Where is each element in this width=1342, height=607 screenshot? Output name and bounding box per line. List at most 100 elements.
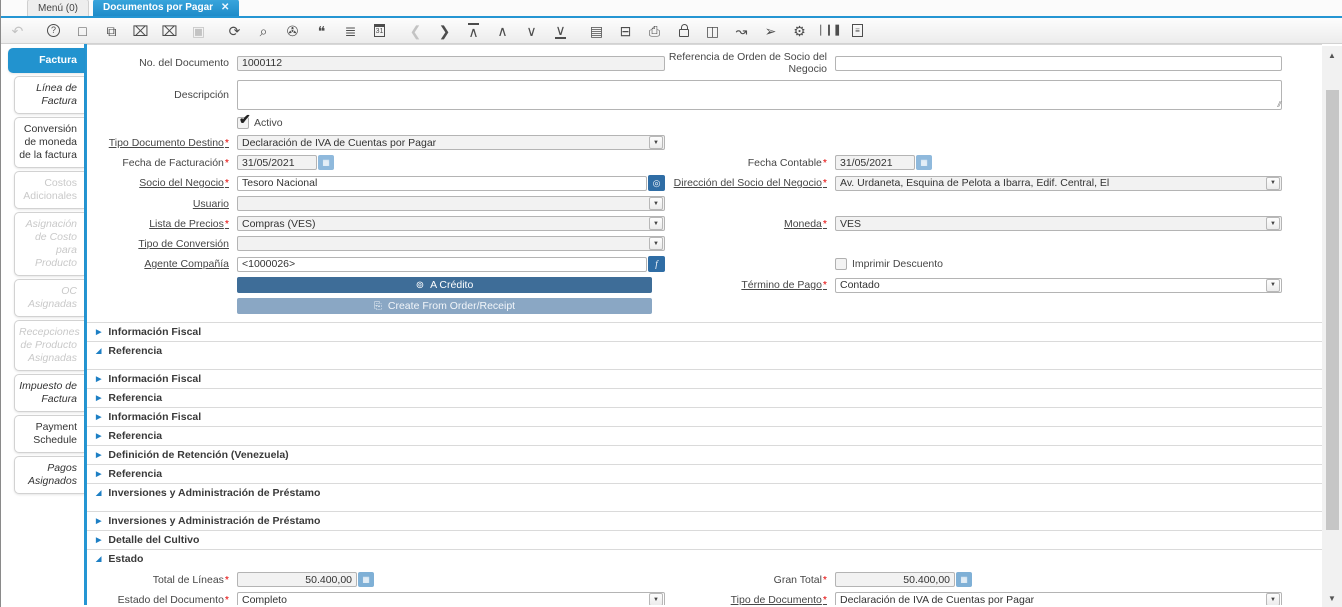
delete-record-icon[interactable]: ⌧ <box>130 21 151 41</box>
user-label[interactable]: Usuario <box>87 198 237 210</box>
chevron-down-icon[interactable]: ▼ <box>649 136 663 149</box>
tab-documentos-por-pagar[interactable]: Documentos por Pagar ✕ <box>93 0 239 16</box>
account-date-field[interactable] <box>835 155 915 170</box>
currency-label[interactable]: Moneda <box>665 218 835 230</box>
refresh-icon[interactable]: ⟳ <box>224 21 245 41</box>
calendar-icon[interactable]: 31 <box>369 21 390 41</box>
document-no-field[interactable] <box>237 56 665 71</box>
chevron-down-icon[interactable]: ▼ <box>649 217 663 230</box>
payment-term-label[interactable]: Término de Pago <box>665 279 835 291</box>
scroll-up-icon[interactable]: ▲ <box>1322 48 1342 62</box>
chevron-down-icon[interactable]: ▼ <box>1266 593 1280 605</box>
copy-record-icon[interactable]: ⧉ <box>101 21 122 41</box>
sidebar-tab-payment-schedule[interactable]: Payment Schedule <box>14 415 84 453</box>
new-record-icon[interactable]: □ <box>72 21 93 41</box>
total-lines-field[interactable] <box>237 572 357 587</box>
date-invoiced-field[interactable] <box>237 155 317 170</box>
record-search-icon[interactable]: ◎ <box>648 175 665 191</box>
section-header[interactable]: ▶Inversiones y Administración de Préstam… <box>87 512 1322 530</box>
business-partner-field[interactable] <box>237 176 647 191</box>
discount-printed-checkbox[interactable] <box>835 258 847 270</box>
section-header[interactable]: ▶Definición de Retención (Venezuela) <box>87 446 1322 464</box>
chevron-down-icon[interactable]: ▼ <box>1266 217 1280 230</box>
archive-icon[interactable]: ⊟ <box>615 21 636 41</box>
partner-location-value: Av. Urdaneta, Esquina de Pelota a Ibarra… <box>836 177 1265 189</box>
close-tab-icon[interactable]: ✕ <box>221 2 229 13</box>
user-combo[interactable]: ▼ <box>237 196 665 211</box>
conversion-type-label[interactable]: Tipo de Conversión <box>87 238 237 250</box>
chevron-down-icon[interactable]: ▼ <box>649 197 663 210</box>
company-agent-label[interactable]: Agente Compañía <box>87 258 237 270</box>
calculator-icon[interactable]: ▦ <box>358 572 374 587</box>
create-from-button[interactable]: ⎘ Create From Order/Receipt <box>237 298 652 314</box>
help-icon[interactable]: ? <box>43 21 64 41</box>
first-record-icon[interactable]: ∧ <box>463 21 484 41</box>
chevron-down-icon[interactable]: ▼ <box>1266 177 1280 190</box>
business-partner-label[interactable]: Socio del Negocio <box>87 177 237 189</box>
zoom-across-icon[interactable]: ◫ <box>702 21 723 41</box>
section-header[interactable]: ▶Detalle del Cultivo <box>87 531 1322 549</box>
scrollbar-thumb[interactable] <box>1326 90 1339 530</box>
doc-type-label[interactable]: Tipo de Documento <box>665 594 835 606</box>
send-icon[interactable]: ➢ <box>760 21 781 41</box>
section-header[interactable]: ▶Información Fiscal <box>87 370 1322 388</box>
target-doc-type-label[interactable]: Tipo Documento Destino <box>87 137 237 149</box>
grand-total-field[interactable] <box>835 572 955 587</box>
record-search-icon[interactable]: f <box>648 256 665 272</box>
tab-menu[interactable]: Menú (0) <box>27 0 89 16</box>
vertical-scrollbar[interactable]: ▲ ▼ <box>1322 46 1342 607</box>
product-info-icon[interactable]: ❘❙❚ <box>818 21 839 41</box>
report-icon[interactable]: ▤ <box>586 21 607 41</box>
price-list-label[interactable]: Lista de Precios <box>87 218 237 230</box>
calculator-icon[interactable]: ▦ <box>956 572 972 587</box>
description-field[interactable] <box>237 80 1282 110</box>
target-doc-type-combo[interactable]: Declaración de IVA de Cuentas por Pagar … <box>237 135 665 150</box>
chat-icon[interactable]: ❝ <box>311 21 332 41</box>
sidebar-tab-linea-de-factura[interactable]: Línea de Factura <box>14 76 84 114</box>
partner-location-combo[interactable]: Av. Urdaneta, Esquina de Pelota a Ibarra… <box>835 176 1282 191</box>
chevron-down-icon[interactable]: ▼ <box>649 237 663 250</box>
workflow-icon[interactable]: ↝ <box>731 21 752 41</box>
nav-right-icon[interactable]: ❯ <box>434 21 455 41</box>
section-header[interactable]: ▶Información Fiscal <box>87 323 1322 341</box>
section-header[interactable]: ▶Referencia <box>87 389 1322 407</box>
section-header[interactable]: ▶Información Fiscal <box>87 408 1322 426</box>
section-header[interactable]: ◢Referencia <box>87 342 1322 360</box>
resize-handle-icon[interactable]: // <box>1278 100 1280 109</box>
section-header[interactable]: ▶Referencia <box>87 465 1322 483</box>
next-record-icon[interactable]: ∨ <box>521 21 542 41</box>
calendar-picker-icon[interactable]: ▦ <box>916 155 932 170</box>
price-list-combo[interactable]: Compras (VES) ▼ <box>237 216 665 231</box>
currency-combo[interactable]: VES ▼ <box>835 216 1282 231</box>
sidebar-tab-pagos-asignados[interactable]: Pagos Asignados <box>14 456 84 494</box>
sidebar-tab-factura[interactable]: Factura <box>8 48 84 73</box>
section-header[interactable]: ◢ Estado <box>87 550 1322 568</box>
lock-icon[interactable] <box>673 21 694 41</box>
log-icon[interactable]: ≡ <box>847 21 868 41</box>
conversion-type-combo[interactable]: ▼ <box>237 236 665 251</box>
section-header[interactable]: ◢Inversiones y Administración de Préstam… <box>87 484 1322 502</box>
print-icon[interactable]: ⎙ <box>644 21 665 41</box>
sidebar-tab-impuesto-de-factura[interactable]: Impuesto de Factura <box>14 374 84 412</box>
doc-type-combo[interactable]: Declaración de IVA de Cuentas por Pagar … <box>835 592 1282 605</box>
order-reference-field[interactable] <box>835 56 1282 71</box>
find-icon[interactable]: ⌕ <box>253 21 274 41</box>
last-record-icon[interactable]: ∨ <box>550 21 571 41</box>
previous-record-icon[interactable]: ∧ <box>492 21 513 41</box>
preferences-icon[interactable]: ⚙ <box>789 21 810 41</box>
calendar-picker-icon[interactable]: ▦ <box>318 155 334 170</box>
company-agent-field[interactable] <box>237 257 647 272</box>
payment-term-combo[interactable]: Contado ▼ <box>835 278 1282 293</box>
on-credit-button[interactable]: ⊚ A Crédito <box>237 277 652 293</box>
chevron-down-icon[interactable]: ▼ <box>649 593 663 605</box>
partner-location-label[interactable]: Dirección del Socio del Negocio <box>665 177 835 189</box>
section-header[interactable]: ▶Referencia <box>87 427 1322 445</box>
delete-selection-icon[interactable]: ⌧ <box>159 21 180 41</box>
grid-toggle-icon[interactable]: ≣ <box>340 21 361 41</box>
active-checkbox[interactable] <box>237 117 249 129</box>
attachment-icon[interactable]: ✇ <box>282 21 303 41</box>
sidebar-tab-conversion-de-moneda-de-la-factura[interactable]: Conversión de moneda de la factura <box>14 117 84 168</box>
scroll-down-icon[interactable]: ▼ <box>1322 591 1342 605</box>
chevron-down-icon[interactable]: ▼ <box>1266 279 1280 292</box>
doc-status-combo[interactable]: Completo ▼ <box>237 592 665 605</box>
